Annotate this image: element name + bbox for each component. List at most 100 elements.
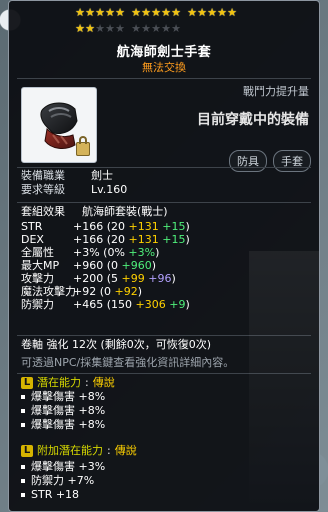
stat-green: +3% [128, 246, 156, 259]
additional-potential-line: STR +18 [21, 488, 105, 502]
upgrade-info: 卷軸 強化 12次 (剩餘0次，可恢復0次) [21, 338, 212, 351]
star-icon: ★ [95, 6, 105, 19]
set-effect-label: 套組效果 [21, 205, 65, 218]
stat-name: 最大MP [21, 259, 60, 272]
star-icon: ★ [95, 22, 105, 35]
bullet-icon [21, 409, 25, 413]
stat-paren-open: (0 [99, 285, 112, 298]
additional-potential-title: 附加潛在能力 [37, 444, 103, 457]
stat-paren-close: ) [185, 298, 190, 311]
stat-name: 全屬性 [21, 246, 54, 259]
stat-name: STR [21, 220, 43, 233]
potential-tier: 傳說 [92, 376, 115, 389]
additional-potential-badge: L [21, 445, 33, 457]
stat-paren-open: (0 [106, 259, 119, 272]
stat-name: 攻擊力 [21, 272, 54, 285]
frame-decoration [249, 251, 319, 511]
star-icon: ★ [171, 6, 181, 19]
divider [17, 78, 311, 79]
job-value: 劍士 [91, 169, 113, 182]
star-icon: ★ [105, 6, 115, 19]
divider [17, 202, 311, 203]
level-row: 要求等級 Lv.160 [21, 183, 127, 197]
item-tooltip: ★ ★ ★ ★ ★ ★ ★ ★ ★ ★ ★ ★ ★ ★ ★ ★ ★ ★ ★ ★ ★ ★ ★ ★ ★ 航海師劍士手套 無法交換 [8, 0, 320, 512]
star-icon: ★ [151, 22, 161, 35]
star-icon: ★ [131, 6, 141, 19]
star-icon: ★ [161, 22, 171, 35]
divider [17, 167, 311, 168]
stat-yellow: +131 [128, 220, 159, 233]
divider [17, 373, 311, 374]
potential-line: 爆擊傷害 +8% [21, 418, 105, 432]
stat-paren-open: (0% [103, 246, 125, 259]
star-icon: ★ [141, 22, 151, 35]
stat-line: STR +166 (20 +131 +15) [21, 220, 190, 233]
stat-green: +15 [162, 233, 186, 246]
potential-badge: L [21, 377, 33, 389]
stat-paren-close: ) [171, 272, 176, 285]
stat-base: +200 [73, 272, 104, 285]
item-icon-box [21, 87, 97, 163]
star-row-1: ★ ★ ★ ★ ★ ★ ★ ★ ★ ★ ★ ★ ★ ★ ★ [75, 7, 265, 19]
star-icon: ★ [187, 6, 197, 19]
potential-line: 爆擊傷害 +8% [21, 404, 105, 418]
additional-potential-text: 防禦力 +7% [31, 474, 95, 487]
lock-icon [76, 136, 90, 156]
stat-line: 防禦力 +465 (150 +306 +9) [21, 298, 190, 311]
bullet-icon [21, 479, 25, 483]
additional-potential-text: STR +18 [31, 488, 80, 501]
stat-paren-close: ) [155, 246, 160, 259]
star-icon: ★ [85, 22, 95, 35]
potential-header: L 潛在能力 : 傳說 [21, 376, 115, 390]
stat-base: +166 [73, 233, 104, 246]
requirements: 裝備職業 劍士 要求等級 Lv.160 [21, 169, 127, 197]
bullet-icon [21, 493, 25, 497]
stat-paren-close: ) [185, 220, 190, 233]
stat-base: +960 [73, 259, 104, 272]
bullet-icon [21, 465, 25, 469]
additional-potential-tier: 傳說 [114, 444, 137, 457]
tag-armor: 防具 [229, 150, 267, 172]
stat-green: +15 [162, 220, 186, 233]
stat-paren-open: (5 [106, 272, 119, 285]
set-effect-value: 航海師套裝(戰士) [82, 205, 168, 218]
stat-line: DEX +166 (20 +131 +15) [21, 233, 190, 246]
stat-paren-close: ) [151, 259, 157, 272]
bullet-icon [21, 423, 25, 427]
star-icon: ★ [197, 6, 207, 19]
divider [17, 335, 311, 336]
job-label: 裝備職業 [21, 169, 65, 182]
stat-blue: +96 [148, 272, 172, 285]
stat-base: +166 [73, 220, 104, 233]
star-icon: ★ [85, 6, 95, 19]
stat-green: +960 [121, 259, 152, 272]
power-label: 戰鬥力提升量 [243, 85, 309, 98]
set-effect: 套組效果 航海師套裝(戰士) [21, 205, 168, 219]
star-icon: ★ [105, 22, 115, 35]
additional-potential-list: 爆擊傷害 +3% 防禦力 +7% STR +18 [21, 460, 105, 502]
star-icon: ★ [227, 6, 237, 19]
potential-text: 爆擊傷害 +8% [31, 390, 106, 403]
potential-title: 潛在能力 [37, 376, 81, 389]
potential-list: 爆擊傷害 +8% 爆擊傷害 +8% 爆擊傷害 +8% [21, 390, 105, 432]
stat-name: DEX [21, 233, 44, 246]
star-icon: ★ [217, 6, 227, 19]
stat-paren-close: ) [137, 285, 143, 298]
stat-line: 最大MP +960 (0 +960) [21, 259, 190, 272]
stat-line: 攻擊力 +200 (5 +99 +96) [21, 272, 190, 285]
star-icon: ★ [75, 22, 85, 35]
star-icon: ★ [171, 22, 181, 35]
stat-base: +92 [73, 285, 97, 298]
additional-potential-text: 爆擊傷害 +3% [31, 460, 106, 473]
stat-yellow: +99 [121, 272, 145, 285]
stat-yellow: +92 [114, 285, 138, 298]
stat-name: 防禦力 [21, 298, 54, 311]
star-icon: ★ [151, 6, 161, 19]
stats: STR +166 (20 +131 +15) DEX +166 (20 +131 +1… [21, 220, 190, 311]
bullet-icon [21, 395, 25, 399]
additional-potential-header: L 附加潛在能力 : 傳說 [21, 444, 137, 458]
job-row: 裝備職業 劍士 [21, 169, 127, 183]
stat-line: 魔法攻擊力+92 (0 +92) [21, 285, 190, 298]
additional-potential-line: 防禦力 +7% [21, 474, 105, 488]
level-label: 要求等級 [21, 183, 65, 196]
